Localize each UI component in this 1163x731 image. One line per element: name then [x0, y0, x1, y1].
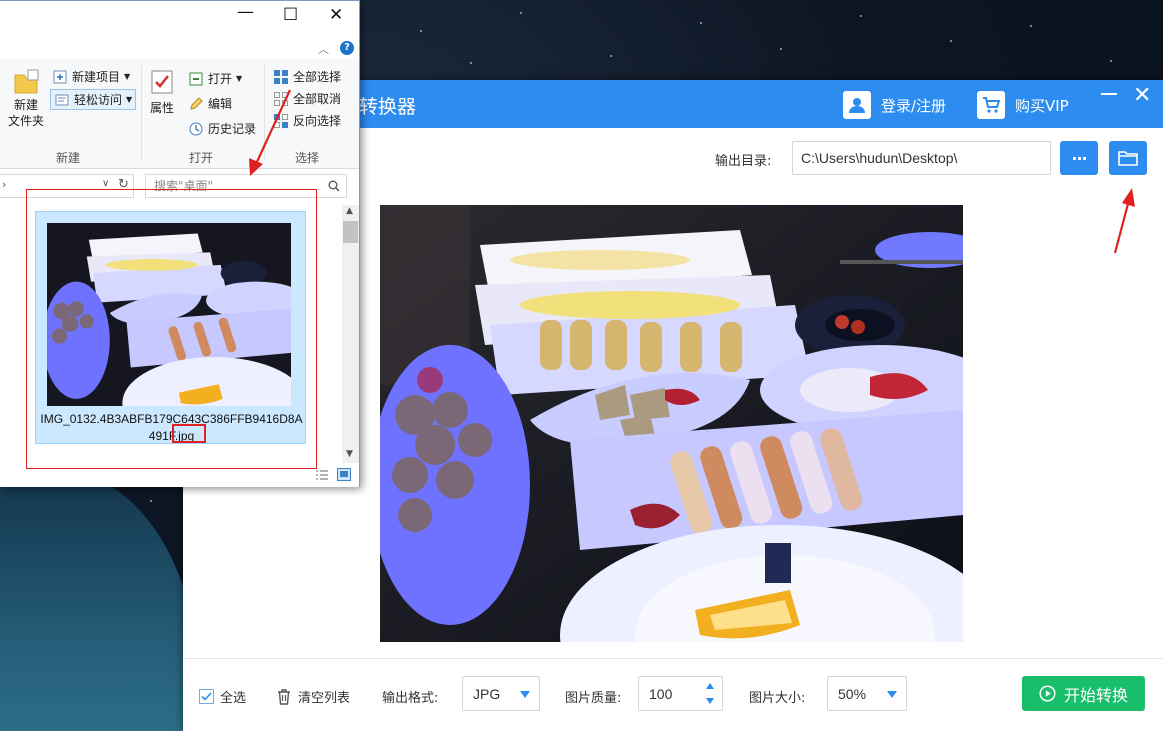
scrollbar-thumb[interactable]: [343, 221, 358, 243]
group-select-label: 选择: [295, 151, 320, 165]
buy-vip-label: 购买VIP: [1015, 96, 1069, 115]
invert-selection-icon: [274, 113, 288, 128]
new-folder-button[interactable]: 新建 文件夹: [8, 69, 44, 129]
output-dir-label: 输出目录:: [715, 154, 772, 169]
select-all-icon: [274, 69, 288, 84]
format-value: JPG: [473, 685, 501, 702]
app-minimize-button[interactable]: [1101, 93, 1117, 95]
quality-value: 100: [649, 685, 673, 702]
explorer-maximize-button[interactable]: ☐: [283, 7, 298, 24]
easy-access-label: 轻松访问: [74, 93, 123, 107]
select-none-label: 全部取消: [293, 92, 342, 106]
easy-access-button[interactable]: 轻松访问 ▼: [50, 89, 137, 110]
more-label: ···: [1071, 148, 1087, 168]
increment-icon[interactable]: [706, 683, 714, 689]
history-button[interactable]: 历史记录: [188, 120, 256, 137]
format-label: 输出格式:: [382, 691, 439, 706]
select-all-ribbon-button[interactable]: 全部选择: [273, 68, 341, 85]
format-select[interactable]: JPG: [462, 676, 540, 711]
folder-icon: [1118, 151, 1138, 166]
buy-vip-button[interactable]: 购买VIP: [977, 91, 1069, 119]
thumbnail-view-icon[interactable]: [337, 468, 351, 481]
explorer-minimize-button[interactable]: —: [237, 4, 254, 21]
edit-label: 编辑: [208, 97, 233, 111]
play-circle-icon: [1039, 685, 1056, 702]
new-folder-icon: [14, 69, 39, 94]
output-dir-input[interactable]: [792, 141, 1051, 175]
breadcrumb-chevron-icon: ›: [2, 178, 7, 191]
decrement-icon[interactable]: [706, 698, 714, 704]
select-none-icon: [274, 91, 288, 106]
new-item-button[interactable]: 新建项目 ▼: [52, 68, 130, 85]
vertical-scrollbar[interactable]: ▲ ▼: [342, 205, 359, 463]
annotation-extension-box: [172, 424, 206, 443]
properties-button[interactable]: 属性: [150, 69, 174, 116]
quality-label: 图片质量:: [565, 691, 622, 706]
ribbon-separator: [264, 65, 265, 161]
user-icon: [843, 91, 871, 119]
invert-selection-button[interactable]: 反向选择: [273, 112, 341, 129]
explorer-titlebar: — ☐ ✕: [0, 1, 359, 37]
start-convert-button[interactable]: 开始转换: [1022, 676, 1145, 711]
open-icon: [189, 72, 203, 85]
login-label: 登录/注册: [881, 96, 947, 115]
select-all-ribbon-label: 全部选择: [293, 70, 342, 84]
open-label: 打开: [208, 72, 233, 86]
properties-label: 属性: [150, 101, 175, 115]
clear-list-label: 清空列表: [298, 691, 351, 706]
chevron-down-icon[interactable]: ∨: [102, 178, 109, 189]
size-select[interactable]: 50%: [827, 676, 907, 711]
start-convert-label: 开始转换: [1063, 685, 1128, 705]
select-all-checkbox[interactable]: 全选: [199, 687, 246, 706]
app-footer: 全选 清空列表 输出格式: JPG 图片质量: 100 图片大小: 50% 开始…: [183, 658, 1163, 731]
scroll-up-icon[interactable]: ▲: [346, 206, 353, 216]
properties-icon: [151, 70, 173, 94]
dropdown-caret-icon: [520, 691, 530, 698]
cart-icon: [977, 91, 1005, 119]
group-new-label: 新建: [56, 151, 81, 165]
more-button[interactable]: ···: [1060, 141, 1098, 175]
history-label: 历史记录: [208, 122, 257, 136]
app-close-button[interactable]: ✕: [1133, 85, 1151, 107]
collapse-ribbon-icon[interactable]: ︿: [318, 41, 329, 57]
history-icon: [189, 122, 203, 135]
easy-access-icon: [55, 94, 69, 105]
new-item-icon: [53, 70, 67, 83]
image-preview: [380, 205, 963, 642]
details-view-icon[interactable]: [315, 469, 329, 481]
new-item-label: 新建项目: [72, 70, 121, 84]
ribbon: 新建 文件夹 新建项目 ▼ 轻松访问 ▼ 新建 属性 打开 ▼ 编辑 历史记录 打: [0, 59, 359, 169]
size-value: 50%: [838, 685, 867, 702]
select-all-label: 全选: [220, 691, 247, 706]
quality-stepper[interactable]: 100: [638, 676, 723, 711]
explorer-close-button[interactable]: ✕: [329, 7, 343, 24]
new-folder-label: 新建 文件夹: [8, 98, 45, 128]
help-icon[interactable]: ?: [340, 41, 354, 55]
ribbon-separator: [141, 65, 142, 161]
invert-selection-label: 反向选择: [293, 114, 342, 128]
dropdown-caret-icon: [887, 691, 897, 698]
group-open-label: 打开: [189, 151, 214, 165]
search-icon: [328, 180, 340, 192]
edit-button[interactable]: 编辑: [188, 95, 232, 112]
login-button[interactable]: 登录/注册: [843, 91, 946, 119]
size-label: 图片大小:: [749, 691, 806, 706]
scroll-down-icon[interactable]: ▼: [346, 449, 353, 459]
app-title: 转换器: [359, 96, 417, 118]
select-none-button[interactable]: 全部取消: [273, 90, 341, 107]
checkbox-icon: [199, 689, 214, 704]
trash-icon: [278, 689, 290, 705]
edit-icon: [190, 96, 203, 110]
open-button[interactable]: 打开 ▼: [188, 70, 242, 87]
clear-list-button[interactable]: 清空列表: [276, 687, 350, 706]
open-folder-button[interactable]: [1109, 141, 1147, 175]
